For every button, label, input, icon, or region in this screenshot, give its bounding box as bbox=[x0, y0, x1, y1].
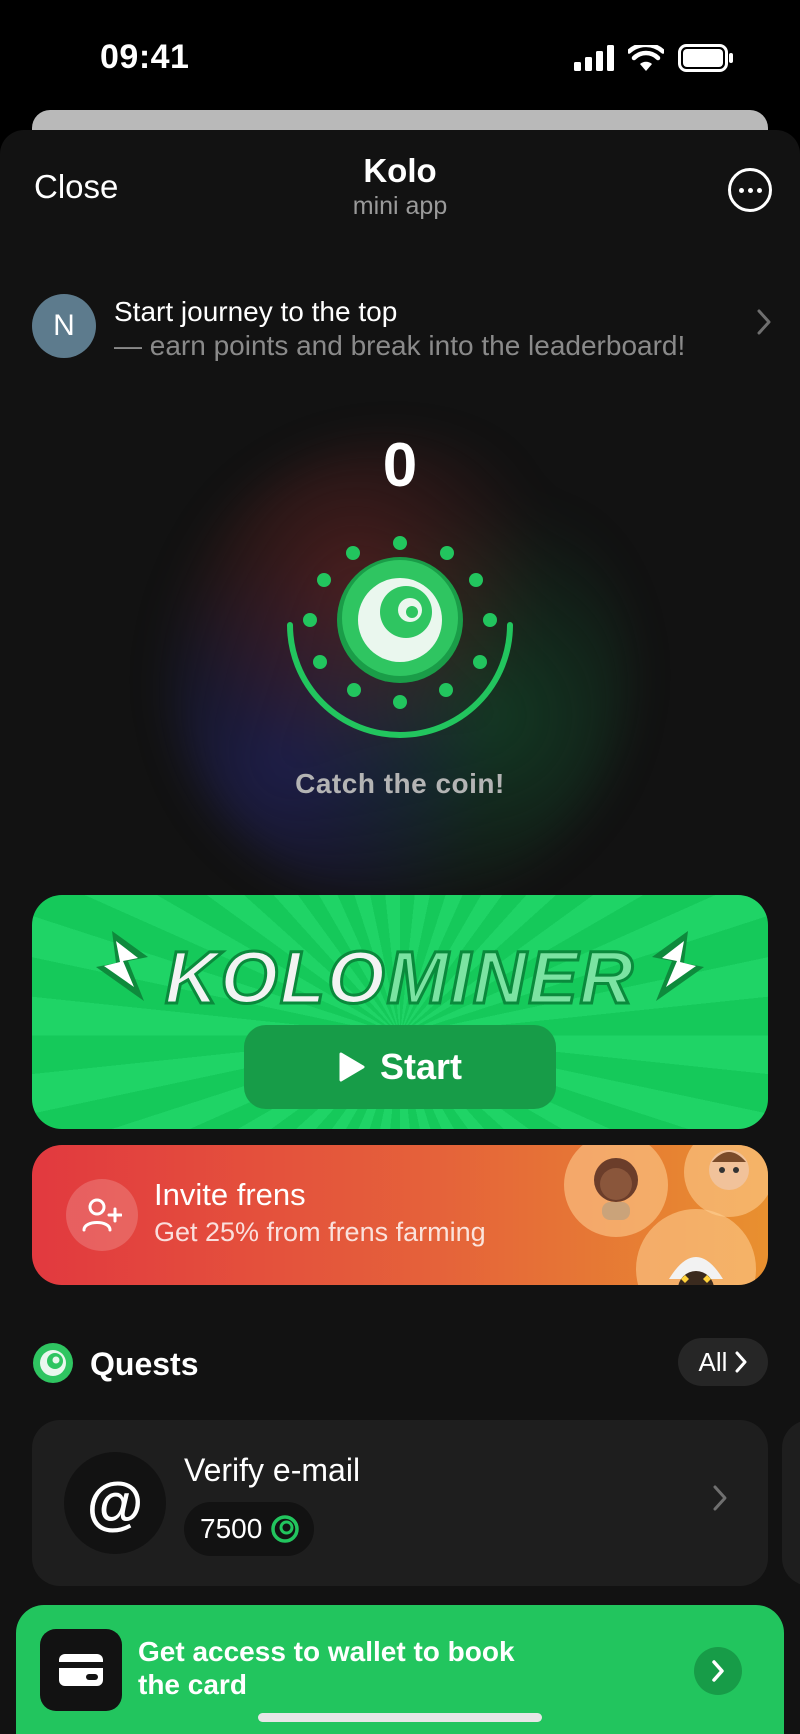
quest-reward: 7500 bbox=[184, 1502, 315, 1556]
status-bar: 09:41 bbox=[0, 0, 800, 110]
app-title: Kolo bbox=[363, 152, 437, 189]
quest-title: Verify e-mail bbox=[184, 1452, 361, 1488]
wallet-go-button[interactable] bbox=[694, 1647, 742, 1695]
quest-reward-value: 7500 bbox=[200, 1513, 263, 1544]
kolominer-banner[interactable]: KOLOMINER Start bbox=[32, 895, 768, 1129]
more-icon bbox=[738, 187, 744, 193]
kolo-coin-icon bbox=[271, 1515, 300, 1543]
journey-banner[interactable]: N Start journey to the top — earn points… bbox=[32, 294, 772, 361]
chevron-right-icon bbox=[757, 309, 771, 335]
play-icon bbox=[339, 1052, 365, 1082]
chevron-right-icon bbox=[712, 1660, 724, 1682]
all-quests-button[interactable]: All bbox=[678, 1338, 768, 1386]
quests-title: Quests bbox=[90, 1346, 199, 1382]
app-subtitle: mini app bbox=[352, 192, 448, 220]
kolominer-title-part2: MINER bbox=[385, 935, 636, 1021]
status-icons bbox=[574, 44, 734, 72]
chevron-right-icon bbox=[735, 1351, 747, 1373]
wifi-icon bbox=[628, 45, 664, 71]
kolominer-title: KOLOMINER bbox=[32, 935, 768, 1021]
signal-icon bbox=[574, 45, 614, 71]
card-icon bbox=[40, 1629, 122, 1711]
kolo-coin-icon bbox=[33, 1343, 73, 1383]
start-button[interactable]: Start bbox=[244, 1025, 556, 1109]
coin-game[interactable] bbox=[280, 530, 520, 740]
journey-subtitle: — earn points and break into the leaderb… bbox=[114, 330, 686, 361]
wallet-text: Get access to wallet to book the card bbox=[138, 1636, 515, 1700]
invite-title: Invite frens bbox=[154, 1177, 306, 1212]
quest-card-verify-email[interactable]: @ Verify e-mail 7500 bbox=[32, 1420, 768, 1586]
status-time: 09:41 bbox=[100, 38, 190, 76]
catch-hint: Catch the coin! bbox=[295, 768, 505, 799]
score: 0 bbox=[382, 431, 418, 500]
home-indicator[interactable] bbox=[258, 1713, 542, 1722]
mini-app-sheet: Close Kolo mini app N Start journey to t… bbox=[0, 130, 800, 1734]
memoji-avatar bbox=[684, 1145, 768, 1217]
at-icon: @ bbox=[64, 1452, 166, 1554]
battery-icon bbox=[678, 44, 733, 72]
journey-title: Start journey to the top bbox=[114, 296, 398, 327]
kolominer-title-part1: KOLO bbox=[163, 935, 387, 1021]
all-label: All bbox=[698, 1346, 728, 1377]
invite-banner[interactable]: Invite frens Get 25% from frens farming bbox=[32, 1145, 768, 1285]
add-user-icon bbox=[66, 1179, 138, 1251]
quests-header: Quests All bbox=[32, 1338, 768, 1386]
kolo-coin-icon[interactable] bbox=[280, 530, 520, 740]
more-button[interactable] bbox=[728, 168, 772, 212]
header-title-block: Kolo mini app bbox=[0, 152, 800, 221]
next-quest-card[interactable] bbox=[782, 1420, 800, 1586]
chevron-right-icon bbox=[713, 1485, 727, 1511]
memoji-avatar bbox=[564, 1145, 668, 1237]
invite-subtitle: Get 25% from frens farming bbox=[154, 1217, 486, 1247]
start-label: Start bbox=[379, 1046, 463, 1087]
avatar: N bbox=[32, 294, 96, 358]
